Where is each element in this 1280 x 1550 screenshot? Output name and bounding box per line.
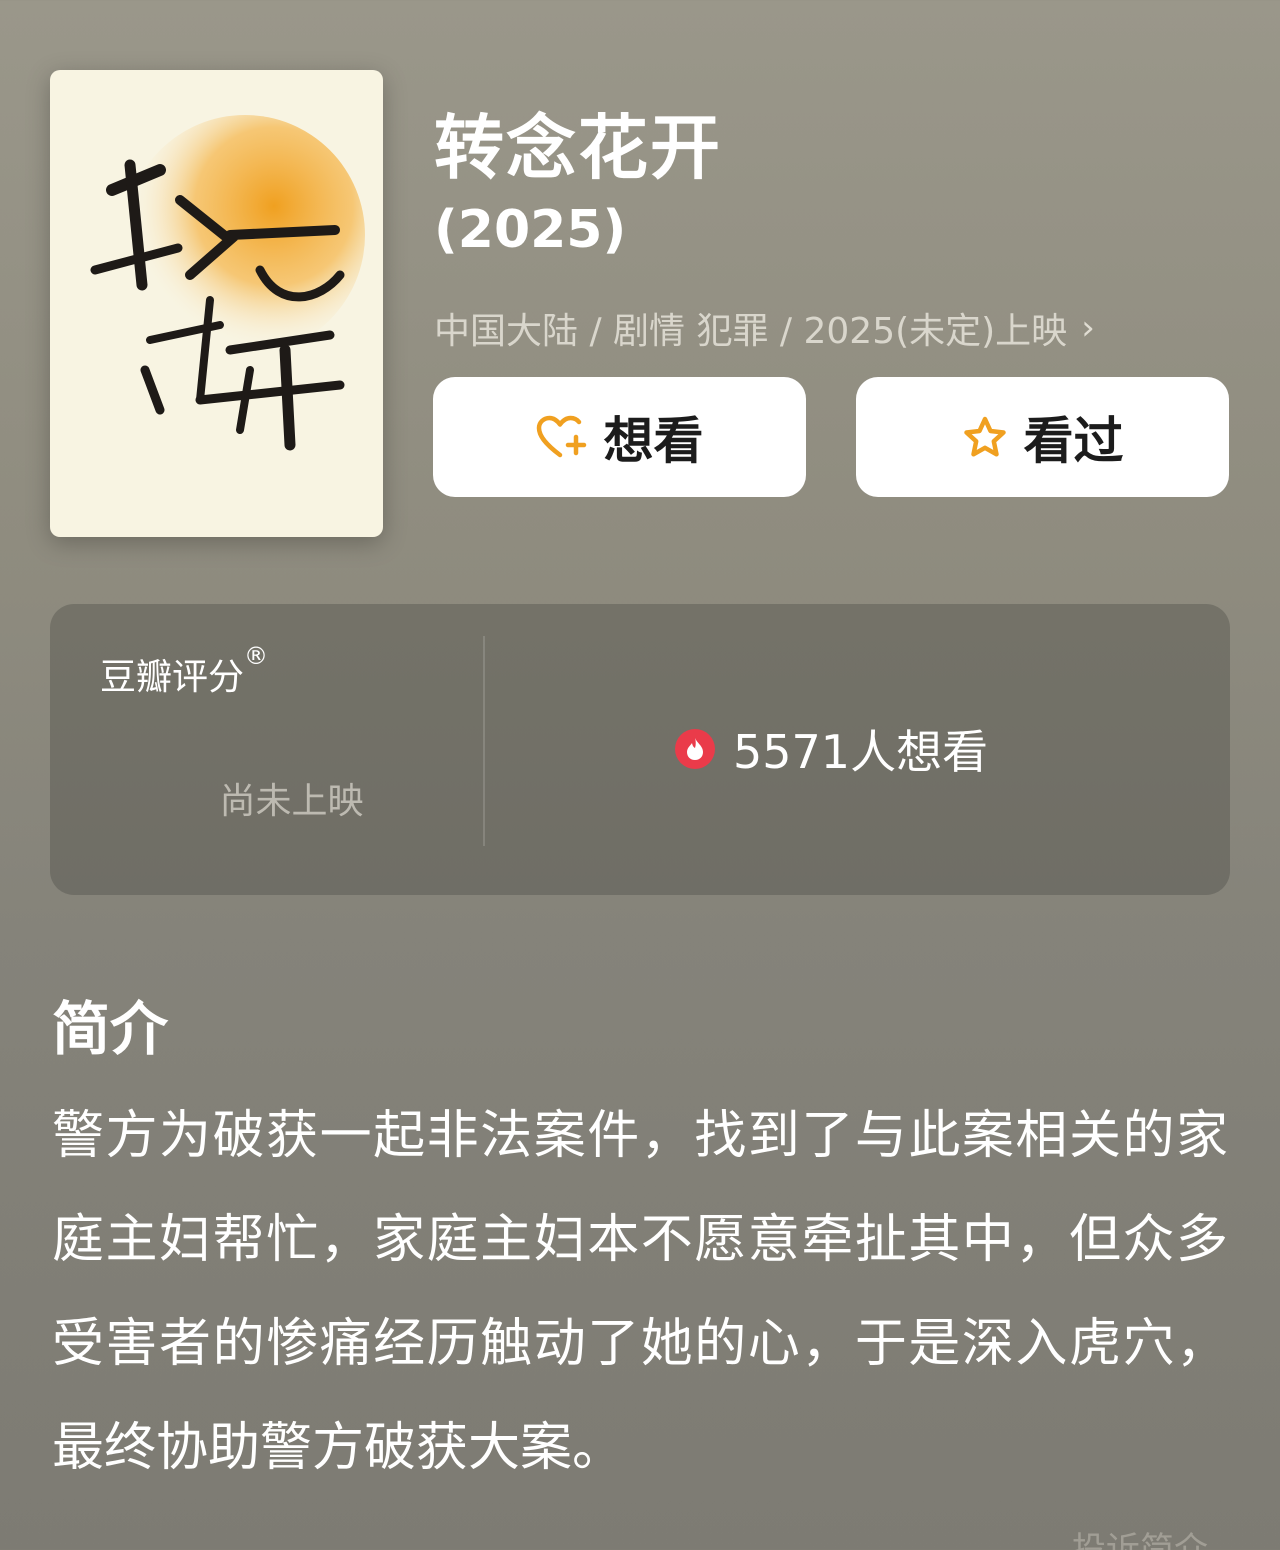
rating-label-text: 豆瓣评分 bbox=[100, 657, 245, 698]
intro-text: 警方为破获一起非法案件，找到了与此案相关的家庭主妇帮忙，家庭主妇本不愿意牵扯其中… bbox=[52, 1106, 1228, 1478]
watched-button[interactable]: 看过 bbox=[856, 377, 1229, 497]
want-count: 5571人想看 bbox=[675, 716, 988, 782]
movie-poster[interactable] bbox=[50, 70, 383, 537]
flame-icon bbox=[675, 729, 715, 769]
chevron-right-icon: › bbox=[1081, 308, 1095, 348]
movie-meta-link[interactable]: 中国大陆 / 剧情 犯罪 / 2025(未定)上映 › bbox=[434, 302, 1095, 354]
douban-rating-label: 豆瓣评分® bbox=[100, 642, 268, 700]
movie-year: (2025) bbox=[434, 200, 627, 260]
star-icon bbox=[963, 416, 1006, 457]
rating-card[interactable]: 豆瓣评分® 尚未上映 5571人想看 bbox=[50, 604, 1230, 895]
poster-artwork bbox=[90, 115, 365, 451]
registered-mark: ® bbox=[244, 642, 269, 670]
want-count-text: 5571人想看 bbox=[733, 725, 989, 779]
intro-heading: 简介 bbox=[52, 995, 169, 1063]
rating-divider bbox=[483, 636, 485, 846]
movie-meta-text: 中国大陆 / 剧情 犯罪 / 2025(未定)上映 bbox=[434, 311, 1068, 352]
heart-plus-icon bbox=[536, 415, 586, 458]
rating-status: 尚未上映 bbox=[219, 781, 364, 822]
want-to-watch-button[interactable]: 想看 bbox=[433, 377, 806, 497]
report-intro-link[interactable]: 投诉简介 bbox=[1072, 1522, 1208, 1550]
watched-label: 看过 bbox=[1023, 412, 1124, 470]
movie-title: 转念花开 bbox=[434, 107, 722, 189]
want-to-watch-label: 想看 bbox=[603, 412, 704, 470]
